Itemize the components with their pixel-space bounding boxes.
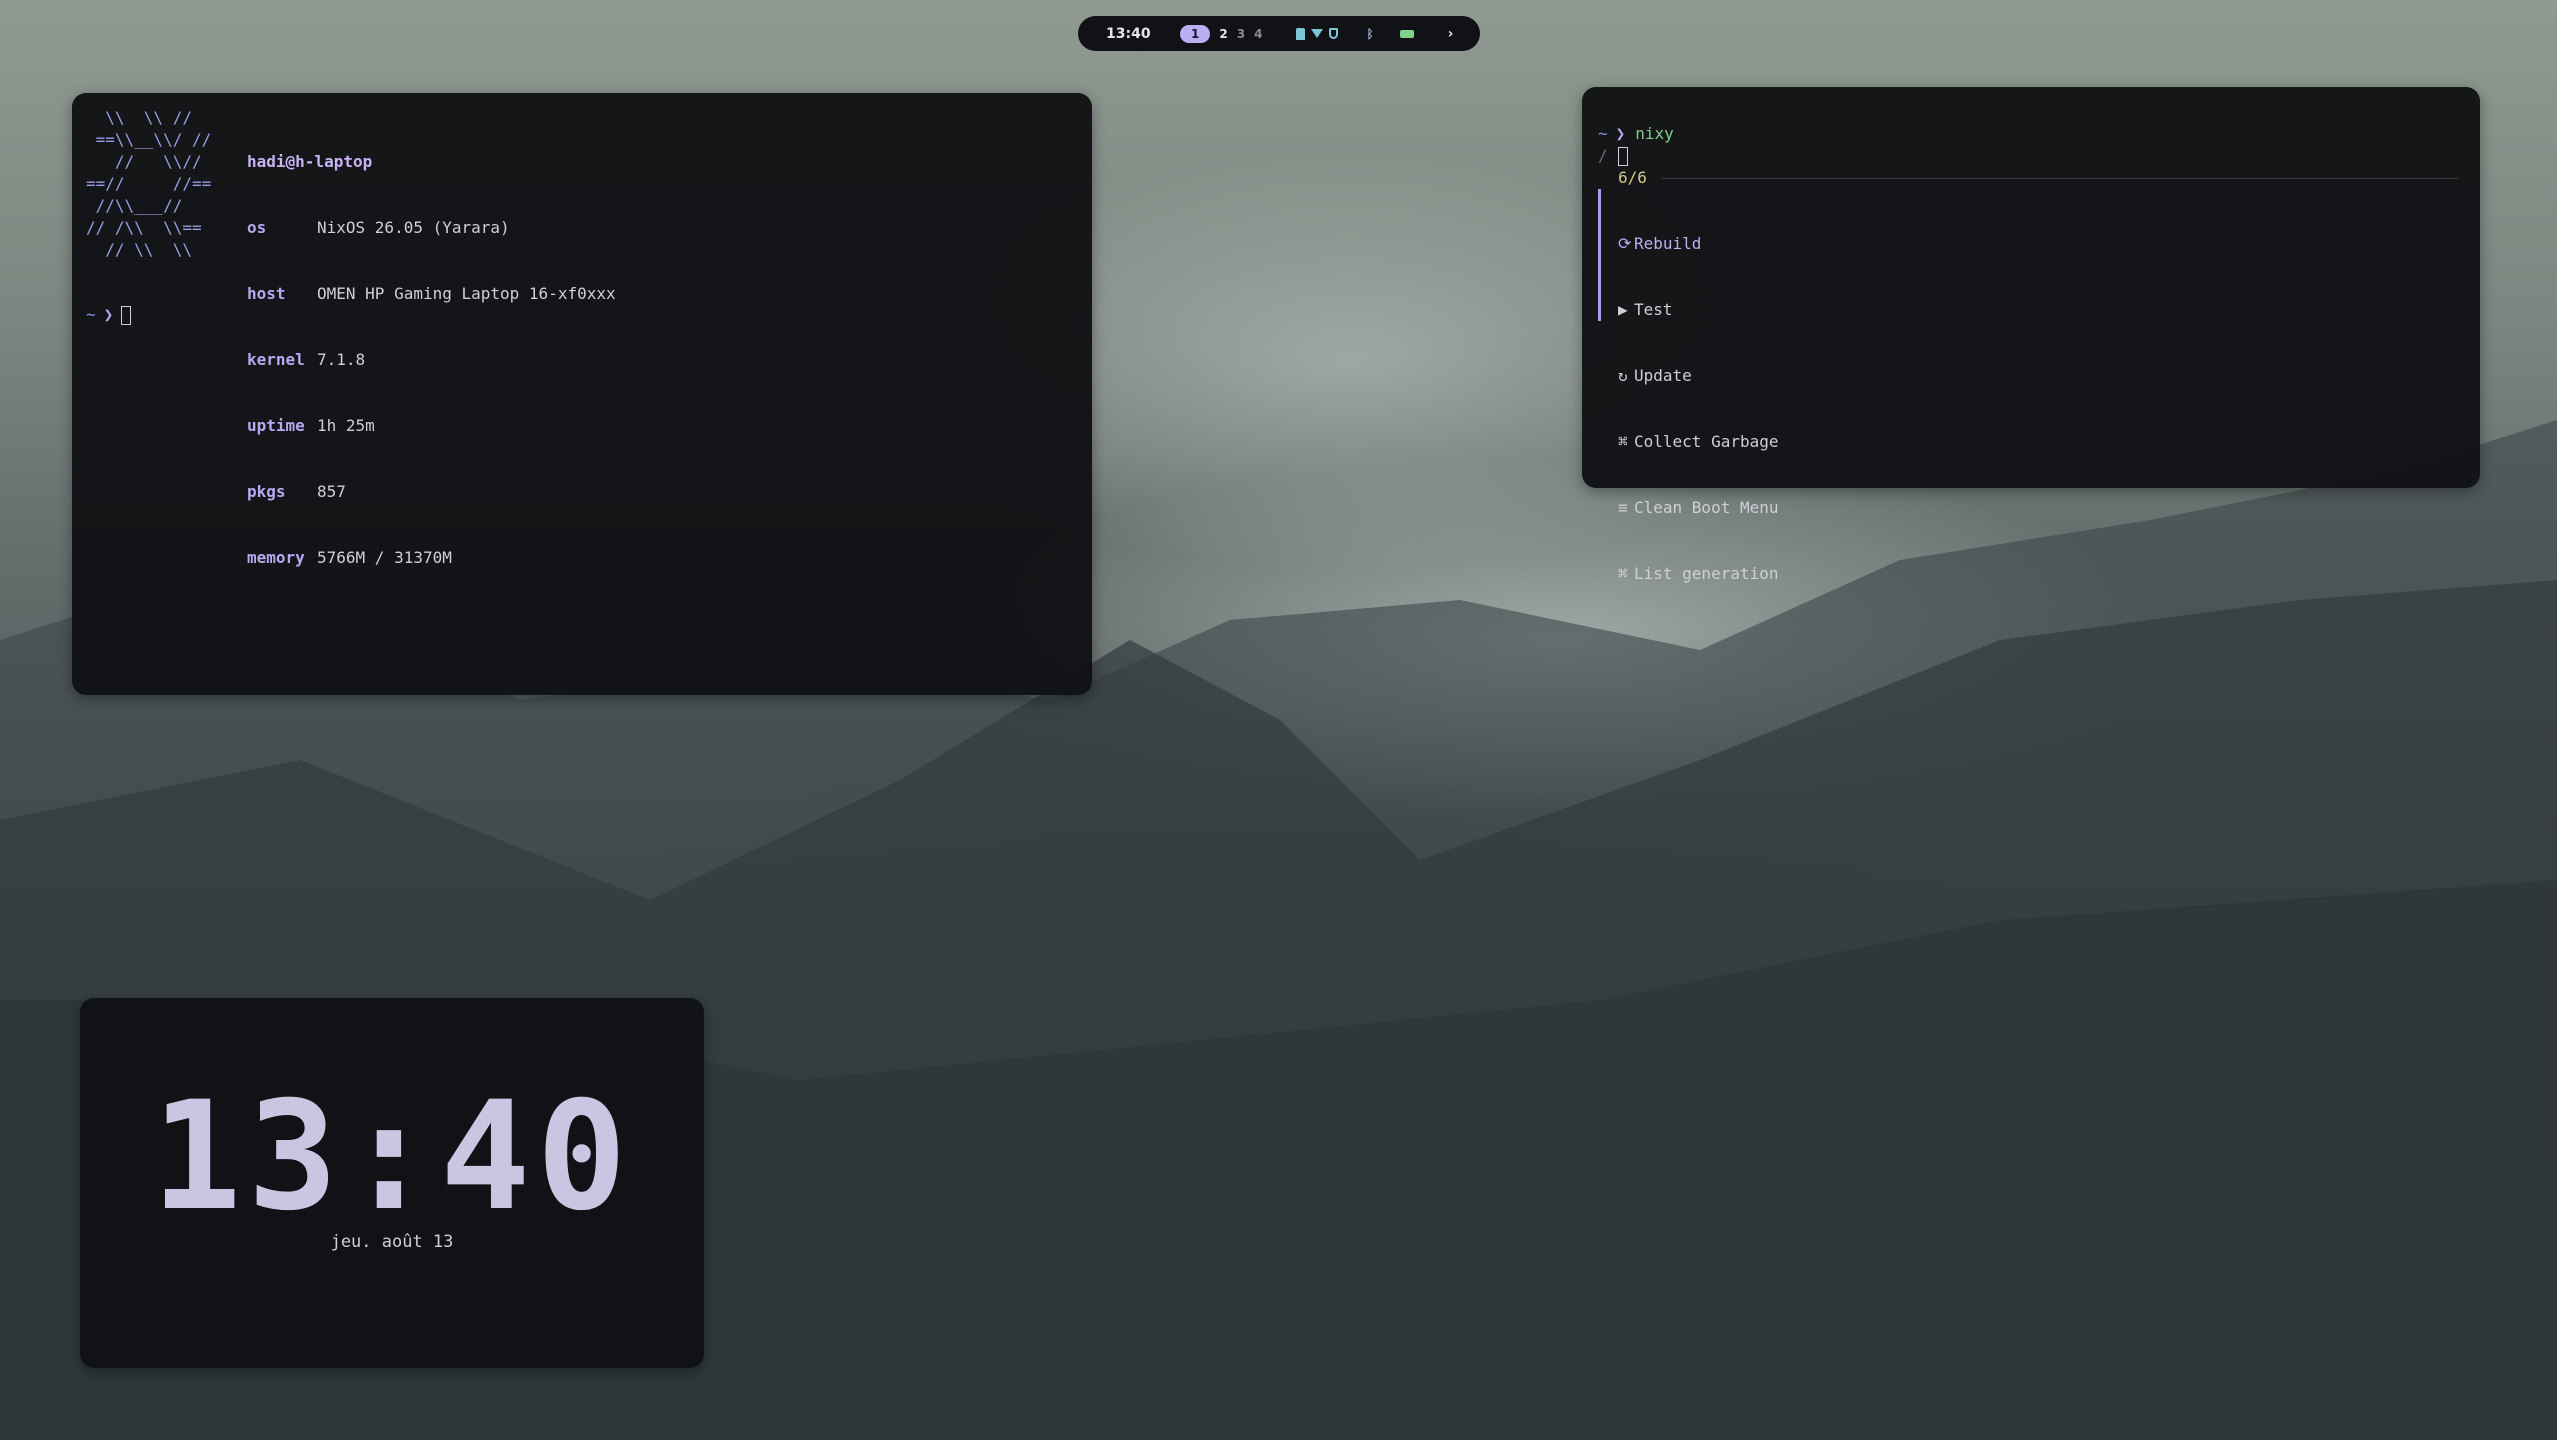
network-icon[interactable] xyxy=(1296,27,1306,40)
menu-item-rebuild[interactable]: ⟳ Rebuild xyxy=(1618,233,1779,255)
refresh-icon: ⟳ xyxy=(1618,234,1632,253)
command-icon: ⌘ xyxy=(1618,564,1628,583)
info-row-kernel: kernel 7.1.8 xyxy=(247,350,366,369)
workspace-switcher: 1 2 3 4 xyxy=(1180,24,1262,43)
nixos-logo: \\ \\ // ==\\__\\/ // // \\//==// //== /… xyxy=(86,108,212,259)
menu-item-test[interactable]: ▶ Test xyxy=(1618,299,1779,321)
clock-date: jeu. août 13 xyxy=(330,1232,454,1252)
shell-prompt: ~ ❯ nixy xyxy=(1598,124,1674,143)
selection-bar xyxy=(1598,189,1601,321)
info-row-memory: memory 5766M / 31370M xyxy=(247,548,452,567)
menu-item-update[interactable]: ↻ Update xyxy=(1618,365,1779,387)
vpn-shield-icon[interactable] xyxy=(1329,28,1339,39)
command-text: nixy xyxy=(1635,124,1674,143)
info-row-os: os NixOS 26.05 (Yarara) xyxy=(247,218,510,237)
system-info: hadi@h-laptop os NixOS 26.05 (Yarara) hos… xyxy=(247,107,616,613)
top-bar: 13:40 1 2 3 4 ᛒ › xyxy=(1078,16,1480,51)
big-clock: 13:40 xyxy=(151,1070,633,1244)
fetch-terminal-window[interactable]: \\ \\ // ==\\__\\/ // // \\//==// //== /… xyxy=(72,93,1092,695)
chevron-right-icon[interactable]: › xyxy=(1448,26,1454,42)
bar-clock[interactable]: 13:40 xyxy=(1106,26,1166,42)
clock-widget-window[interactable]: 13:40 jeu. août 13 xyxy=(80,998,704,1368)
battery-icon[interactable] xyxy=(1399,29,1414,38)
wifi-icon[interactable] xyxy=(1311,29,1324,38)
info-row-host: host OMEN HP Gaming Laptop 16-xf0xxx xyxy=(247,284,616,303)
shell-prompt[interactable]: ~ ❯ xyxy=(86,304,132,326)
system-tray xyxy=(1296,27,1339,40)
bluetooth-icon[interactable]: ᛒ xyxy=(1366,27,1373,41)
workspace-3[interactable]: 3 xyxy=(1237,27,1245,41)
info-row-pkgs: pkgs 857 xyxy=(247,482,346,501)
workspace-4[interactable]: 4 xyxy=(1254,27,1262,41)
workspace-1[interactable]: 1 xyxy=(1180,24,1211,43)
divider xyxy=(1662,178,2458,179)
text-cursor xyxy=(1617,146,1628,166)
command-icon: ⌘ xyxy=(1618,432,1628,451)
menu-item-list-generation[interactable]: ⌘ List generation xyxy=(1618,563,1779,585)
match-count: 6/6 xyxy=(1618,168,1647,187)
text-cursor xyxy=(121,305,132,325)
menu-item-collect-garbage[interactable]: ⌘ Collect Garbage xyxy=(1618,431,1779,453)
filter-input[interactable]: / xyxy=(1598,145,1628,167)
info-row-uptime: uptime 1h 25m xyxy=(247,416,375,435)
user-host: hadi@h-laptop xyxy=(247,152,373,171)
play-icon: ▶ xyxy=(1618,300,1628,319)
nixy-menu: ⟳ Rebuild ▶ Test ↻ Update ⌘ Collect Garbage … xyxy=(1618,189,1779,629)
nixy-terminal-window[interactable]: ~ ❯ nixy / 6/6 ⟳ Rebuild ▶ Test ↻ Update ⌘ C… xyxy=(1582,87,2480,583)
workspace-2[interactable]: 2 xyxy=(1219,27,1227,41)
list-icon: ≡ xyxy=(1618,498,1628,517)
update-icon: ↻ xyxy=(1618,366,1628,385)
menu-item-clean-boot-menu[interactable]: ≡ Clean Boot Menu xyxy=(1618,497,1779,519)
